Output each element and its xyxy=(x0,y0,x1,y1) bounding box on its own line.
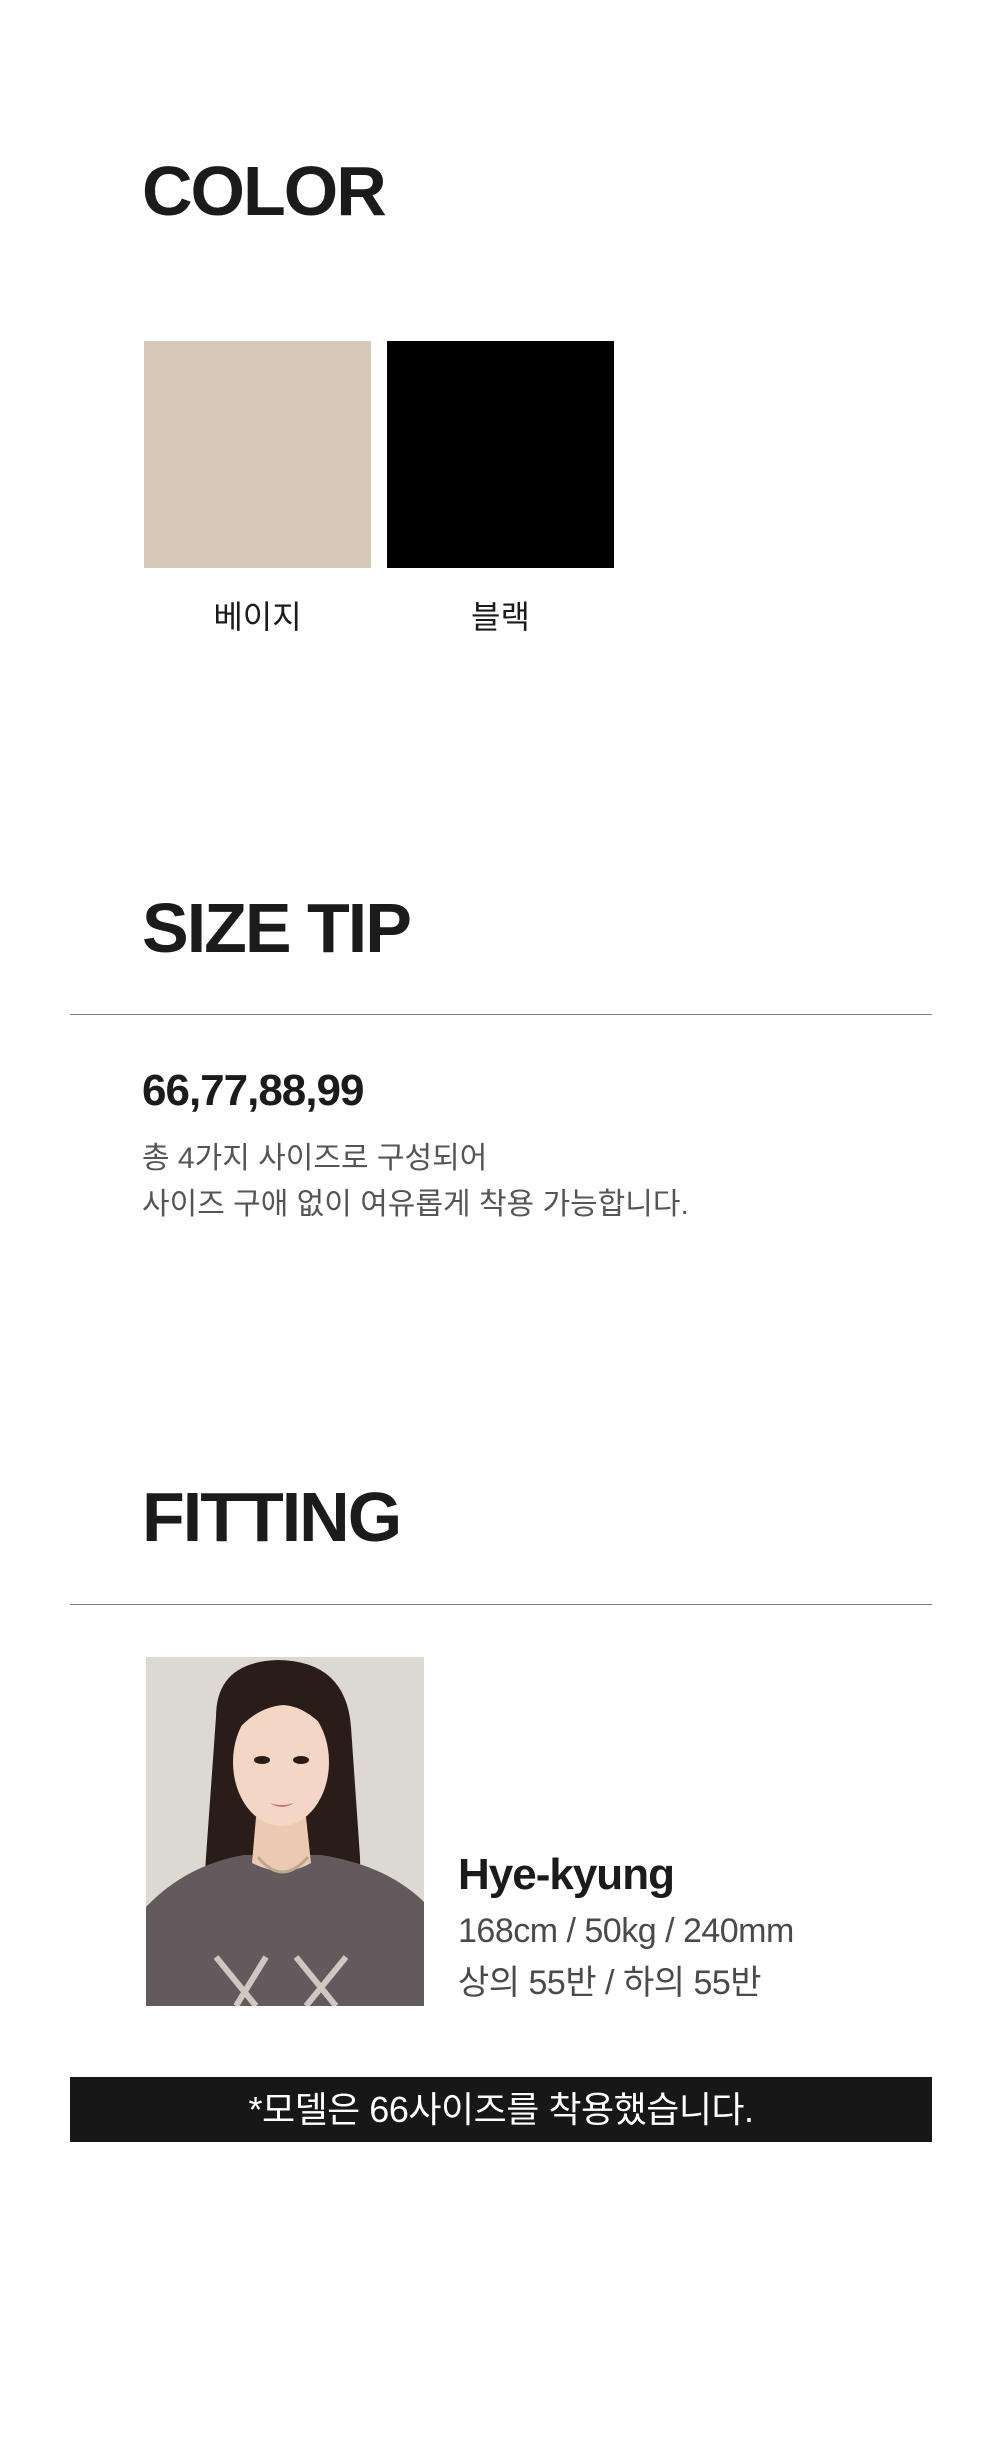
size-description-line: 총 4가지 사이즈로 구성되어 xyxy=(142,1142,488,1175)
size-description: 총 4가지 사이즈로 구성되어 사이즈 구애 없이 여유롭게 착용 가능합니다. xyxy=(142,1136,689,1228)
fitting-section-title: FITTING xyxy=(142,1478,402,1556)
model-photo xyxy=(146,1657,424,2006)
color-swatch-label: 베이지 xyxy=(213,599,302,635)
color-swatch-black[interactable] xyxy=(387,341,614,568)
section-divider xyxy=(70,1014,932,1015)
model-name: Hye-kyung xyxy=(458,1850,675,1899)
model-info: Hye-kyung 168cm / 50kg / 240mm 상의 55반 / … xyxy=(458,1850,794,2004)
size-range: 66,77,88,99 xyxy=(142,1066,364,1115)
section-divider xyxy=(70,1604,932,1605)
model-size-notice: *모델은 66사이즈를 착용했습니다. xyxy=(70,2077,932,2142)
color-swatch-beige[interactable] xyxy=(144,341,371,568)
color-swatch-label: 블랙 xyxy=(471,599,530,635)
model-measurements: 168cm / 50kg / 240mm xyxy=(458,1912,794,1950)
color-section-title: COLOR xyxy=(142,152,387,230)
size-description-line: 사이즈 구애 없이 여유롭게 착용 가능합니다. xyxy=(142,1188,689,1221)
size-tip-section-title: SIZE TIP xyxy=(142,889,412,967)
model-sizes-worn: 상의 55반 / 하의 55반 xyxy=(458,1964,762,2002)
